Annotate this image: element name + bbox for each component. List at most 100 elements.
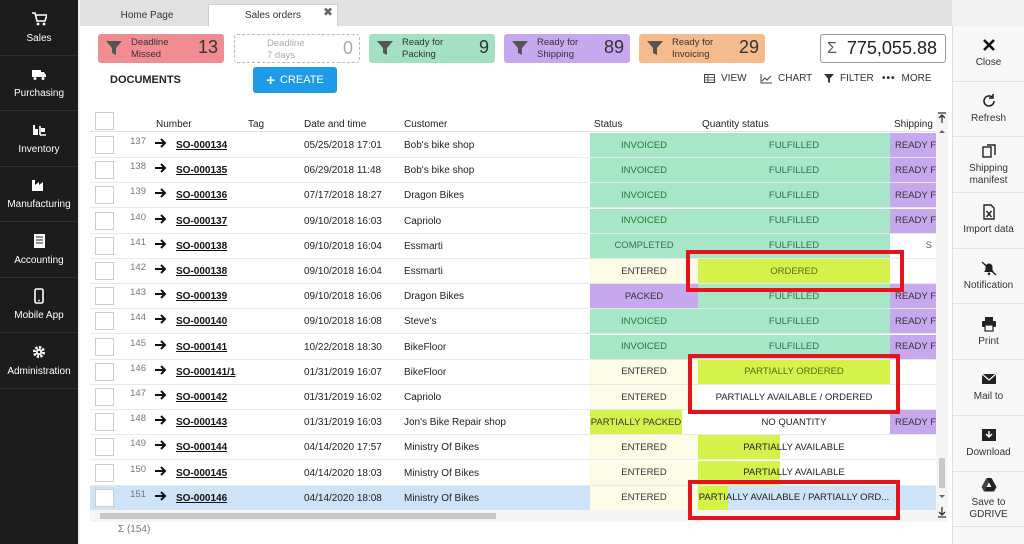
col-tag[interactable]: Tag (248, 119, 264, 130)
arrow-right-icon[interactable] (154, 313, 168, 325)
arrow-right-icon[interactable] (154, 137, 168, 149)
table-row[interactable]: 151 SO-000146 04/14/2020 18:08 Ministry Of … (90, 485, 936, 511)
table-row[interactable]: 138 SO-000135 06/29/2018 11:48 Bob's bike s… (90, 158, 936, 184)
view-button[interactable]: VIEW (704, 73, 747, 84)
row-checkbox[interactable] (95, 337, 114, 356)
row-checkbox[interactable] (95, 211, 114, 230)
arrow-right-icon[interactable] (154, 490, 168, 502)
nav-item-purchasing[interactable]: Purchasing (0, 56, 78, 111)
nav-item-accounting[interactable]: Accounting (0, 222, 78, 278)
select-all-checkbox[interactable] (95, 112, 114, 130)
tab-close-icon[interactable]: ✖ (323, 5, 333, 19)
row-checkbox[interactable] (95, 362, 114, 381)
col-number[interactable]: Number (156, 119, 192, 130)
tile-ready-for-invoicing[interactable]: Ready for Invoicing 29 (639, 34, 765, 63)
row-checkbox[interactable] (95, 388, 114, 406)
nav-item-mobile-app[interactable]: Mobile App (0, 278, 78, 333)
tab-sales-orders[interactable]: Sales orders ✖ (208, 4, 338, 26)
download-button[interactable]: Download (953, 416, 1024, 472)
scroll-up-icon[interactable] (936, 126, 948, 136)
table-row[interactable]: 141 SO-000138 09/10/2018 16:04 Essmarti COMP… (90, 233, 936, 259)
refresh-button[interactable]: Refresh (953, 82, 1024, 138)
close-button[interactable]: Close (953, 26, 1024, 82)
row-checkbox[interactable] (95, 186, 114, 205)
shipping-manifest-button[interactable]: Shipping manifest (953, 137, 1024, 194)
order-number-link[interactable]: SO-000146 (176, 493, 227, 504)
arrow-right-icon[interactable] (154, 238, 168, 250)
row-checkbox[interactable] (95, 136, 114, 154)
row-checkbox[interactable] (95, 262, 114, 280)
scroll-down-icon[interactable] (936, 492, 948, 502)
nav-item-administration[interactable]: Administration (0, 333, 78, 389)
table-row[interactable]: 137 SO-000134 05/25/2018 17:01 Bob's bike s… (90, 133, 936, 158)
order-number-link[interactable]: SO-000135 (176, 165, 227, 176)
chart-button[interactable]: CHART (760, 73, 812, 84)
row-checkbox[interactable] (95, 488, 114, 507)
nav-item-inventory[interactable]: Inventory (0, 111, 78, 167)
filter-button[interactable]: FILTER (824, 73, 874, 84)
tile-ready-for-shipping[interactable]: Ready for Shipping 89 (504, 34, 630, 63)
nav-item-manufacturing[interactable]: Manufacturing (0, 167, 78, 222)
col-shipping[interactable]: Shipping (894, 119, 933, 130)
tile-ready-for-packing[interactable]: Ready for Packing 9 (369, 34, 495, 63)
arrow-right-icon[interactable] (154, 213, 168, 225)
table-row[interactable]: 142 SO-000138 09/10/2018 16:04 Essmarti ENTE… (90, 259, 936, 284)
table-row[interactable]: 145 SO-000141 10/22/2018 18:30 BikeFloor INV… (90, 334, 936, 360)
order-number-link[interactable]: SO-000141/1 (176, 367, 236, 378)
order-number-link[interactable]: SO-000136 (176, 190, 227, 201)
row-checkbox[interactable] (95, 312, 114, 331)
scroll-bottom-icon[interactable] (936, 506, 948, 518)
import-data-button[interactable]: Import data (953, 193, 1024, 249)
arrow-right-icon[interactable] (154, 339, 168, 351)
horizontal-scrollbar[interactable] (90, 510, 936, 522)
tab-home-page[interactable]: Home Page (86, 4, 208, 26)
order-number-link[interactable]: SO-000140 (176, 316, 227, 327)
tile-deadline-7-days[interactable]: Deadline 7 days 0 (234, 34, 360, 63)
scroll-top-icon[interactable] (936, 112, 948, 124)
table-row[interactable]: 140 SO-000137 09/10/2018 16:03 Capriolo INVO… (90, 208, 936, 234)
table-row[interactable]: 146 SO-000141/1 01/31/2019 16:07 BikeFloor E… (90, 359, 936, 385)
arrow-right-icon[interactable] (154, 288, 168, 300)
table-row[interactable]: 147 SO-000142 01/31/2019 16:02 Capriolo ENTE… (90, 385, 936, 410)
arrow-right-icon[interactable] (154, 162, 168, 174)
order-number-link[interactable]: SO-000143 (176, 417, 227, 428)
notification-button[interactable]: Notification (953, 249, 1024, 305)
row-checkbox[interactable] (95, 438, 114, 457)
table-row[interactable]: 143 SO-000139 09/10/2018 16:06 Dragon Bikes… (90, 284, 936, 310)
save-to-gdrive-button[interactable]: Save to GDRIVE (953, 472, 1024, 528)
row-checkbox[interactable] (95, 463, 114, 482)
order-number-link[interactable]: SO-000139 (176, 291, 227, 302)
vertical-scroll-thumb[interactable] (939, 458, 945, 488)
table-row[interactable]: 148 SO-000143 01/31/2019 16:03 Jon's Bike R… (90, 410, 936, 436)
create-button[interactable]: + CREATE (253, 67, 337, 93)
mail-to-button[interactable]: Mail to (953, 360, 1024, 416)
order-number-link[interactable]: SO-000138 (176, 241, 227, 252)
order-number-link[interactable]: SO-000145 (176, 468, 227, 479)
order-number-link[interactable]: SO-000144 (176, 442, 227, 453)
col-customer[interactable]: Customer (404, 119, 447, 130)
arrow-right-icon[interactable] (154, 187, 168, 199)
table-row[interactable]: 149 SO-000144 04/14/2020 17:57 Ministry Of … (90, 435, 936, 461)
tile-deadline-missed[interactable]: Deadline Missed 13 (98, 34, 224, 63)
row-checkbox[interactable] (95, 287, 114, 306)
arrow-right-icon[interactable] (154, 263, 168, 275)
arrow-right-icon[interactable] (154, 414, 168, 426)
order-number-link[interactable]: SO-000138 (176, 266, 227, 277)
row-checkbox[interactable] (95, 161, 114, 180)
print-button[interactable]: Print (953, 304, 1024, 361)
order-number-link[interactable]: SO-000142 (176, 392, 227, 403)
order-number-link[interactable]: SO-000134 (176, 140, 227, 151)
arrow-right-icon[interactable] (154, 465, 168, 477)
col-date-time[interactable]: Date and time (304, 119, 366, 130)
horizontal-scroll-thumb[interactable] (100, 513, 496, 519)
vertical-scrollbar[interactable] (936, 112, 948, 522)
order-number-link[interactable]: SO-000137 (176, 216, 227, 227)
nav-item-sales[interactable]: Sales (0, 0, 78, 56)
order-number-link[interactable]: SO-000141 (176, 342, 227, 353)
table-row[interactable]: 150 SO-000145 04/14/2020 18:03 Ministry Of … (90, 460, 936, 486)
col-quantity-status[interactable]: Quantity status (702, 119, 769, 130)
row-checkbox[interactable] (95, 413, 114, 432)
more-button[interactable]: ••• MORE (882, 73, 932, 84)
arrow-right-icon[interactable] (154, 439, 168, 451)
arrow-right-icon[interactable] (154, 389, 168, 401)
